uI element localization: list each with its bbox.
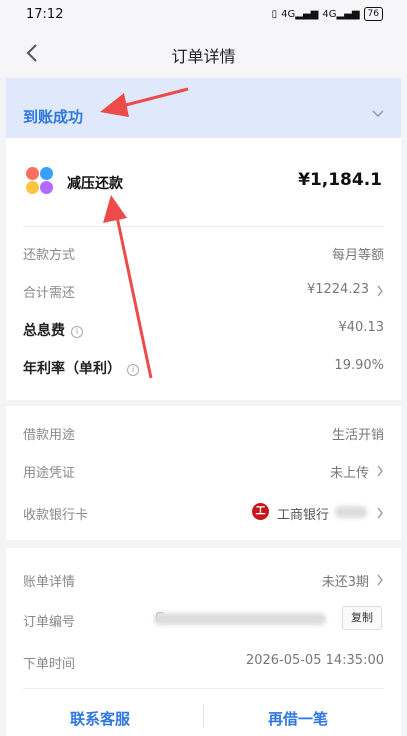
- loan-info-card: 借款用途 生活开销 用途凭证 未上传 收款银行卡 工 工商银行: [6, 406, 401, 540]
- loan-purpose-value: 生活开销: [331, 428, 384, 443]
- loan-purpose-row: 借款用途 生活开销: [6, 414, 401, 450]
- copy-button[interactable]: 复制: [342, 606, 382, 630]
- chevron-right-icon: [377, 465, 383, 477]
- bill-detail-row[interactable]: 账单详情 未还3期: [6, 561, 401, 597]
- bill-detail-label: 账单详情: [23, 575, 76, 590]
- order-status-text: 到账成功: [23, 108, 84, 126]
- order-number-label: 订单编号: [23, 615, 76, 630]
- product-name: 减压还款: [67, 176, 123, 192]
- order-status-banner[interactable]: 到账成功: [6, 78, 401, 138]
- product-row: 减压还款 ¥1,184.1: [6, 138, 401, 226]
- info-icon[interactable]: i: [71, 326, 83, 338]
- divider: [23, 688, 384, 689]
- battery-icon: 76: [363, 7, 383, 21]
- receiving-card-label: 收款银行卡: [23, 508, 89, 523]
- status-icons: ▯ 4G▂▄▆ 4G▂▄▆ 76: [272, 7, 383, 21]
- chevron-right-icon: [377, 285, 383, 297]
- total-due-value: ¥1224.23: [306, 282, 369, 297]
- order-time-value: 2026-05-05 14:35:00: [245, 653, 384, 668]
- annual-rate-row: 年利率（单利） i 19.90%: [6, 348, 401, 384]
- button-separator: [203, 704, 204, 728]
- repayment-method-row: 还款方式 每月等额: [6, 234, 401, 270]
- order-time-label: 下单时间: [23, 657, 76, 672]
- nav-bar: 订单详情: [0, 30, 407, 76]
- signal-icon: 4G▂▄▆: [281, 8, 319, 20]
- icbc-logo-icon: 工: [252, 503, 269, 520]
- masked-order-number: [154, 613, 326, 625]
- purpose-proof-value: 未上传: [329, 466, 369, 481]
- status-time: 17:12: [26, 7, 64, 22]
- page-title: 订单详情: [171, 47, 236, 66]
- borrow-again-button[interactable]: 再借一笔: [268, 708, 328, 729]
- signal-icon: 4G▂▄▆: [322, 8, 360, 20]
- divider: [23, 226, 384, 227]
- chevron-right-icon: [377, 574, 383, 586]
- total-due-label: 合计需还: [23, 286, 76, 301]
- order-info-card: 账单详情 未还3期 订单编号 C 复制 下单时间 2026-05-05 14:3…: [6, 548, 401, 736]
- total-interest-value: ¥40.13: [338, 320, 385, 335]
- total-interest-row: 总息费 i ¥40.13: [6, 310, 401, 346]
- product-logo-icon: [26, 167, 54, 195]
- product-amount: ¥1,184.1: [298, 170, 382, 190]
- vibrate-icon: ▯: [271, 8, 278, 20]
- status-bar: 17:12 ▯ 4G▂▄▆ 4G▂▄▆ 76: [0, 0, 407, 30]
- order-time-row: 下单时间 2026-05-05 14:35:00: [6, 643, 401, 679]
- bank-name: 工商银行: [276, 508, 329, 523]
- repayment-card: 减压还款 ¥1,184.1 还款方式 每月等额 合计需还 ¥1224.23 总息…: [6, 138, 401, 400]
- repayment-method-value: 每月等额: [331, 248, 384, 263]
- purpose-proof-row[interactable]: 用途凭证 未上传: [6, 452, 401, 488]
- bill-detail-value: 未还3期: [321, 575, 369, 590]
- info-icon[interactable]: i: [127, 364, 139, 376]
- annual-rate-value: 19.90%: [334, 358, 384, 373]
- repayment-method-label: 还款方式: [23, 248, 76, 263]
- purpose-proof-label: 用途凭证: [23, 466, 76, 481]
- annual-rate-label: 年利率（单利） i: [23, 358, 139, 378]
- chevron-right-icon: [377, 507, 383, 519]
- receiving-card-row[interactable]: 收款银行卡 工 工商银行: [6, 494, 401, 530]
- chevron-down-icon[interactable]: [371, 108, 385, 118]
- loan-purpose-label: 借款用途: [23, 428, 76, 443]
- total-interest-label: 总息费 i: [23, 320, 83, 340]
- contact-service-button[interactable]: 联系客服: [70, 708, 130, 729]
- order-number-row: 订单编号 C 复制: [6, 601, 401, 637]
- total-due-row[interactable]: 合计需还 ¥1224.23: [6, 272, 401, 308]
- masked-card-number: [335, 506, 367, 518]
